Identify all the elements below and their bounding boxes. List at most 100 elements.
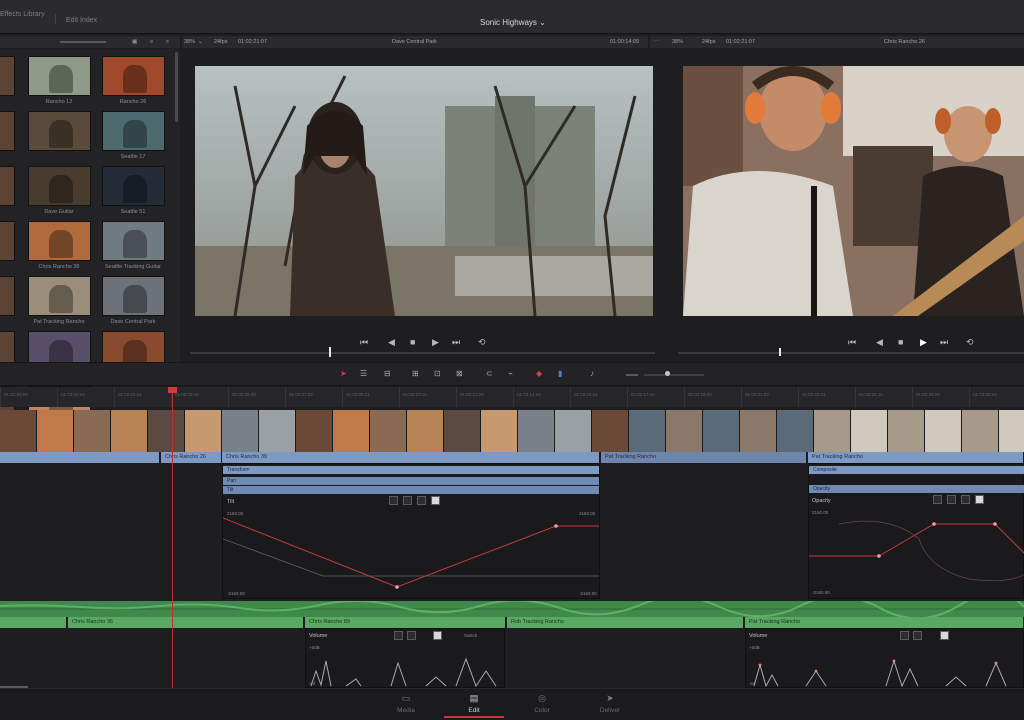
media-clip-thumbnail[interactable] <box>28 221 91 261</box>
stop-button[interactable]: ■ <box>410 337 415 347</box>
first-frame-button[interactable]: ⏮ <box>360 337 368 348</box>
link-icon[interactable]: ⌁ <box>508 369 513 378</box>
search-icon[interactable]: ⌕ <box>166 39 169 46</box>
page-tab-edit[interactable]: ▤ Edit <box>444 693 504 714</box>
audio-level-icon[interactable]: ♪ <box>590 369 594 378</box>
timeline-scrubber[interactable] <box>678 352 1024 354</box>
curve-ease-out-button[interactable] <box>417 496 426 505</box>
timeline-playhead[interactable] <box>172 388 173 688</box>
snapping-icon[interactable]: ⊂ <box>486 369 493 378</box>
place-on-top-icon[interactable]: ⊠ <box>456 369 463 378</box>
source-scrubber[interactable] <box>190 352 655 354</box>
volume-waveform-graph[interactable] <box>306 651 506 687</box>
media-clip-thumbnail[interactable] <box>0 276 15 316</box>
media-clip-thumbnail[interactable] <box>0 56 15 96</box>
audio-clip[interactable]: Pat Tracking Rancho <box>745 617 1024 628</box>
thumbnail-size-slider[interactable] <box>60 41 106 43</box>
curve-linear-button[interactable] <box>933 495 942 504</box>
media-clip-thumbnail[interactable] <box>102 221 165 261</box>
curve-ease-out-button[interactable] <box>961 495 970 504</box>
audio-clip[interactable]: Rob Tracking Rancho <box>507 617 744 628</box>
last-frame-button[interactable]: ⏭ <box>940 337 948 348</box>
volume-waveform-graph[interactable] <box>746 651 1024 687</box>
media-clip-thumbnail[interactable] <box>0 166 15 206</box>
video-clip[interactable] <box>0 452 160 463</box>
selection-tool-icon[interactable]: ➤ <box>340 369 347 378</box>
media-clip-thumbnail[interactable] <box>102 276 165 316</box>
volume-mode[interactable]: Switch <box>464 633 477 638</box>
keyframe-add-button[interactable] <box>940 631 949 640</box>
video-clip[interactable]: Pat Tracking Rancho <box>601 452 807 463</box>
keyframe-add-button[interactable] <box>433 631 442 640</box>
media-clip-thumbnail[interactable] <box>28 56 91 96</box>
timeline-ruler[interactable]: 01:01:59:09 01:02:00:03 01:02:01:21 01:02:0… <box>0 387 1024 407</box>
transform-row[interactable]: Transform <box>223 466 599 474</box>
video-clip[interactable]: Pat Tracking Rancho <box>808 452 1024 463</box>
playhead-handle[interactable] <box>168 387 177 393</box>
media-pool-scrollbar[interactable] <box>175 52 178 122</box>
opacity-row[interactable]: Opacity <box>809 485 1024 493</box>
audio-clip[interactable]: Chris Rancho 89 <box>305 617 506 628</box>
media-clip-thumbnail[interactable] <box>0 221 15 261</box>
curve-ease-in-button[interactable] <box>403 496 412 505</box>
media-clip-thumbnail[interactable] <box>102 166 165 206</box>
first-frame-button[interactable]: ⏮ <box>848 337 856 348</box>
curve-linear-button[interactable] <box>389 496 398 505</box>
page-tab-media[interactable]: ▭ Media <box>376 693 436 714</box>
opacity-curve-graph[interactable] <box>809 514 1024 594</box>
keyframe-add-button[interactable] <box>431 496 440 505</box>
source-viewer-image[interactable] <box>195 66 653 316</box>
list-view-icon[interactable]: ≡ <box>150 39 153 45</box>
curve-linear-button[interactable] <box>900 631 909 640</box>
loop-button[interactable]: ⟲ <box>966 337 974 348</box>
page-tab-color[interactable]: ◎ Color <box>512 693 572 714</box>
grid-view-icon[interactable]: ▦ <box>132 39 137 45</box>
edit-index-tab[interactable]: Edit Index <box>66 17 97 24</box>
curve-linear-button[interactable] <box>394 631 403 640</box>
effects-library-tab[interactable]: Effects Library <box>0 11 45 18</box>
play-button[interactable]: ▶ <box>920 337 927 348</box>
audio-waveform-track[interactable] <box>0 592 1024 620</box>
pan-row[interactable]: Pan <box>223 477 599 485</box>
media-clip-thumbnail[interactable] <box>102 111 165 151</box>
curve-ease-in-button[interactable] <box>947 495 956 504</box>
project-title[interactable]: Sonic Highways ⌄ <box>480 18 546 27</box>
record-clip-name[interactable]: Chris Rancho 26 <box>884 39 925 45</box>
media-clip-thumbnail[interactable] <box>28 276 91 316</box>
zoom-out-icon[interactable] <box>626 374 638 376</box>
keyframe-add-button[interactable] <box>975 495 984 504</box>
tilt-curve-graph[interactable] <box>223 514 599 594</box>
audio-clip[interactable]: Chris Rancho 36 <box>68 617 304 628</box>
timeline-viewer-playhead[interactable] <box>779 348 781 356</box>
previous-frame-button[interactable]: ◀ <box>876 337 883 348</box>
source-clip-name[interactable]: Dave Central Park <box>392 39 437 45</box>
previous-frame-button[interactable]: ◀ <box>388 337 395 348</box>
audio-clip[interactable] <box>0 617 67 628</box>
media-clip-thumbnail[interactable] <box>28 166 91 206</box>
page-tab-deliver[interactable]: ➤ Deliver <box>580 693 640 714</box>
media-clip-thumbnail[interactable] <box>28 111 91 151</box>
stop-button[interactable]: ■ <box>898 337 903 347</box>
record-zoom[interactable]: 38% <box>672 39 683 45</box>
flag-icon[interactable]: ◆ <box>536 369 542 378</box>
replace-clip-icon[interactable]: ⊡ <box>434 369 441 378</box>
marker-icon[interactable]: ▮ <box>558 369 562 378</box>
loop-button[interactable]: ⟲ <box>478 337 486 348</box>
video-clip[interactable]: Chris Rancho 39 <box>222 452 600 463</box>
source-zoom[interactable]: 38% <box>184 39 195 45</box>
tilt-row[interactable]: Tilt <box>223 486 599 494</box>
last-frame-button[interactable]: ⏭ <box>452 337 460 348</box>
blade-tool-icon[interactable]: ⊟ <box>384 369 391 378</box>
timeline-viewer-image[interactable] <box>683 66 1024 316</box>
video-clip[interactable]: Chris Rancho 26 <box>161 452 222 463</box>
composite-row[interactable]: Composite <box>809 466 1024 474</box>
dual-view-icon[interactable]: ⋯ <box>654 39 660 45</box>
media-clip-thumbnail[interactable] <box>102 56 165 96</box>
media-clip-thumbnail[interactable] <box>0 111 15 151</box>
zoom-slider-handle[interactable] <box>665 371 670 376</box>
source-playhead[interactable] <box>329 347 331 357</box>
timeline-zoom-slider[interactable] <box>644 374 704 376</box>
curve-ease-in-button[interactable] <box>913 631 922 640</box>
play-button[interactable]: ▶ <box>432 337 439 348</box>
overwrite-clip-icon[interactable]: ⊞ <box>412 369 419 378</box>
